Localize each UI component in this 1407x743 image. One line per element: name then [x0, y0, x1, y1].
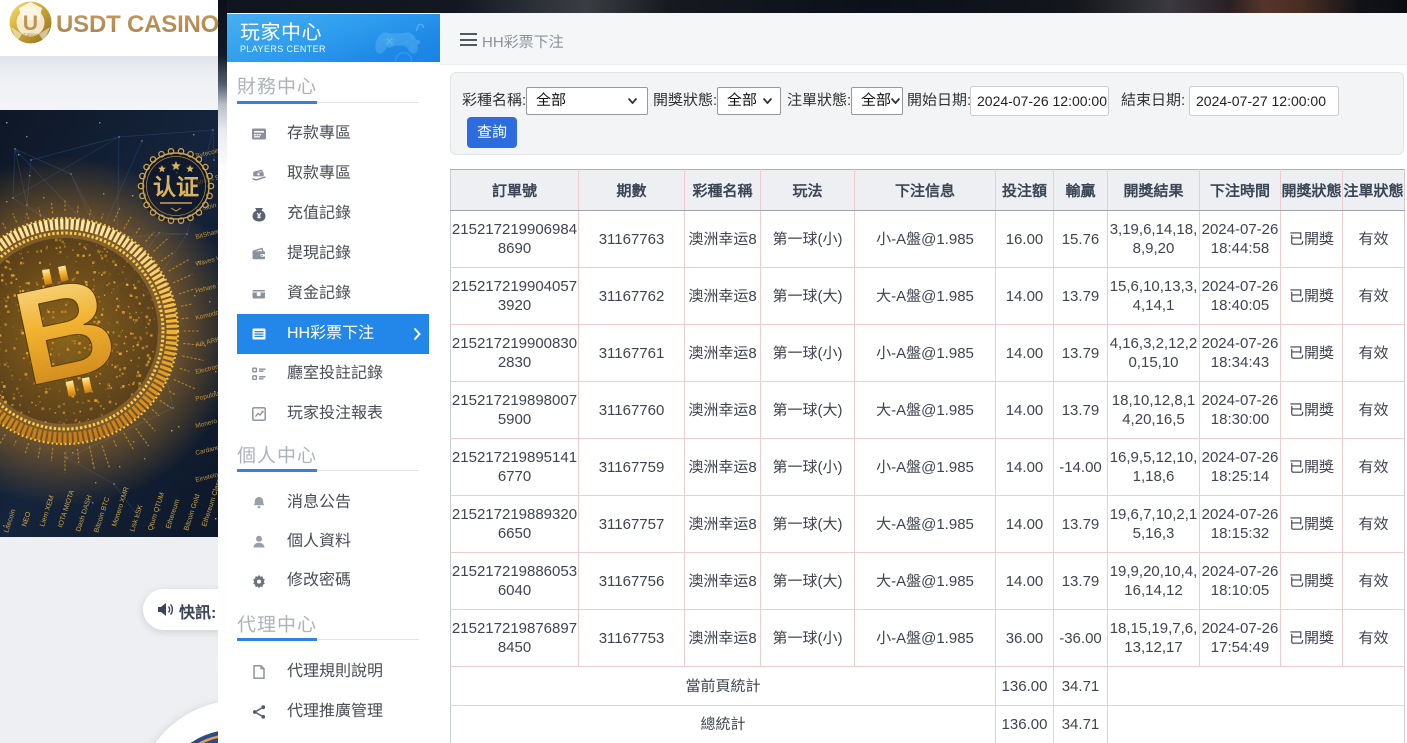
svg-text:认证: 认证: [153, 168, 199, 202]
svg-text:Casino: Casino: [23, 32, 38, 37]
